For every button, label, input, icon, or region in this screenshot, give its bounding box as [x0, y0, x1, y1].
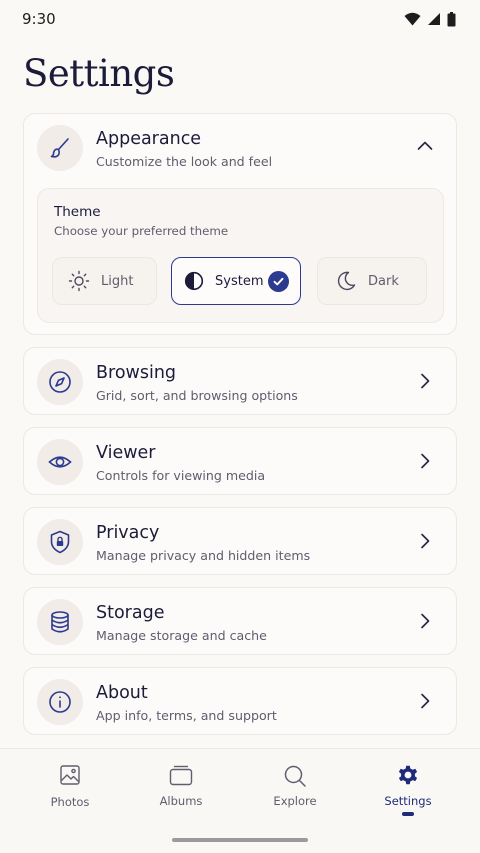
info-icon	[49, 691, 71, 713]
nav-label-settings: Settings	[384, 794, 432, 808]
viewer-icon-circle	[37, 439, 83, 485]
nav-item-explore[interactable]: Explore	[235, 749, 355, 829]
nav-item-settings[interactable]: Settings	[348, 749, 468, 829]
privacy-title: Privacy	[96, 523, 160, 543]
theme-option-light-label: Light	[101, 273, 134, 289]
chevron-right-icon	[421, 373, 430, 389]
battery-icon	[447, 11, 456, 26]
browsing-subtitle: Grid, sort, and browsing options	[96, 388, 298, 403]
theme-title: Theme	[54, 204, 101, 220]
home-indicator	[172, 838, 308, 842]
chevron-right-icon	[421, 453, 430, 469]
appearance-title: Appearance	[96, 129, 202, 149]
theme-option-dark[interactable]: Dark	[317, 257, 427, 305]
nav-label-photos: Photos	[50, 795, 90, 809]
shield-lock-icon	[50, 530, 70, 554]
selected-check-icon	[268, 271, 289, 292]
chevron-right-icon	[421, 533, 430, 549]
sun-icon	[68, 270, 90, 292]
settings-item-browsing[interactable]: Browsing Grid, sort, and browsing option…	[23, 347, 457, 415]
paintbrush-icon	[50, 138, 69, 158]
storage-subtitle: Manage storage and cache	[96, 628, 267, 643]
theme-option-light[interactable]: Light	[52, 257, 157, 305]
active-nav-indicator	[402, 812, 414, 816]
theme-option-system[interactable]: System	[171, 257, 301, 305]
nav-label-explore: Explore	[273, 794, 317, 808]
appearance-icon-circle	[37, 125, 83, 171]
settings-item-about[interactable]: About App info, terms, and support	[23, 667, 457, 735]
contrast-icon	[184, 271, 204, 291]
settings-item-storage[interactable]: Storage Manage storage and cache	[23, 587, 457, 655]
theme-subtitle: Choose your preferred theme	[54, 224, 229, 238]
search-icon	[284, 765, 306, 787]
theme-panel: Theme Choose your preferred theme Light …	[37, 188, 444, 323]
privacy-icon-circle	[37, 519, 83, 565]
theme-option-system-label: System	[215, 273, 264, 289]
nav-label-albums: Albums	[159, 794, 203, 808]
wifi-icon	[404, 12, 421, 26]
settings-item-viewer[interactable]: Viewer Controls for viewing media	[23, 427, 457, 495]
appearance-card: Appearance Customize the look and feel T…	[23, 113, 457, 335]
theme-option-dark-label: Dark	[368, 273, 399, 289]
status-time: 9:30	[22, 10, 56, 28]
storage-icon-circle	[37, 599, 83, 645]
nav-item-albums[interactable]: Albums	[121, 749, 241, 829]
appearance-subtitle: Customize the look and feel	[96, 154, 273, 169]
status-bar: 9:30	[0, 0, 480, 38]
nav-item-photos[interactable]: Photos	[10, 749, 130, 829]
status-icons	[404, 11, 456, 27]
about-title: About	[96, 683, 148, 703]
browsing-icon-circle	[37, 359, 83, 405]
eye-icon	[48, 456, 72, 468]
cellular-signal-icon	[428, 13, 440, 25]
storage-title: Storage	[96, 603, 165, 623]
browsing-title: Browsing	[96, 363, 177, 383]
about-icon-circle	[37, 679, 83, 725]
image-icon	[60, 765, 80, 785]
gear-icon	[398, 765, 418, 785]
appearance-header[interactable]: Appearance Customize the look and feel	[24, 114, 456, 182]
privacy-subtitle: Manage privacy and hidden items	[96, 548, 311, 563]
moon-icon	[337, 271, 356, 291]
about-subtitle: App info, terms, and support	[96, 708, 277, 723]
album-icon	[169, 765, 193, 786]
chevron-right-icon	[421, 613, 430, 629]
compass-icon	[49, 371, 71, 393]
page-title: Settings	[23, 52, 175, 95]
viewer-title: Viewer	[96, 443, 156, 463]
settings-item-privacy[interactable]: Privacy Manage privacy and hidden items	[23, 507, 457, 575]
database-icon	[51, 611, 69, 633]
viewer-subtitle: Controls for viewing media	[96, 468, 266, 483]
chevron-up-icon[interactable]	[416, 137, 434, 155]
chevron-right-icon	[421, 693, 430, 709]
